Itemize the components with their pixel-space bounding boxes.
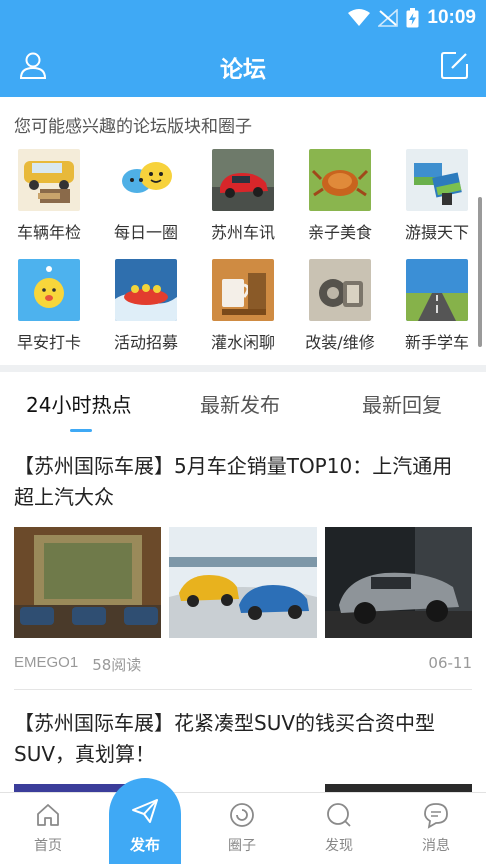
publish-button[interactable]: 发布	[109, 778, 181, 864]
forum-item[interactable]: 每日一圈	[106, 149, 186, 243]
status-bar: 10:09	[348, 6, 476, 30]
feed-tabs: 24小时热点 最新发布 最新回复	[0, 372, 486, 432]
forum-item[interactable]: 改装/维修	[300, 259, 380, 353]
nav-discover-label: 发现	[325, 838, 353, 854]
post-title[interactable]: 【苏州国际车展】5月车企销量TOP10：上汽通用超上汽大众	[14, 451, 472, 513]
forum-label: 苏州车讯	[210, 223, 275, 242]
post-views: 58阅读	[92, 656, 142, 674]
wifi-icon	[348, 9, 371, 26]
section-divider	[0, 365, 486, 372]
tab-latest-posts[interactable]: 最新发布	[200, 389, 280, 418]
forum-label: 活动招募	[113, 333, 178, 352]
post-card[interactable]: 【苏州国际车展】5月车企销量TOP10：上汽通用超上汽大众 EMEGO1 58阅…	[14, 451, 472, 675]
home-icon	[37, 804, 59, 826]
forum-item[interactable]: 灌水闲聊	[203, 259, 283, 353]
nav-circle[interactable]: 圈子	[202, 801, 282, 855]
page-title: 论坛	[220, 57, 266, 83]
tab-24h-hot[interactable]: 24小时热点	[26, 389, 131, 418]
forum-item[interactable]: 苏州车讯	[203, 149, 283, 243]
post-image-grey-suv[interactable]	[324, 527, 472, 638]
post-image-auto-show-hall[interactable]	[14, 527, 162, 638]
car-parts-thumb	[309, 259, 371, 321]
forum-label: 早安打卡	[16, 333, 81, 352]
post-divider	[14, 689, 472, 690]
app-header: 10:09 论坛	[0, 0, 486, 97]
photo-travel-thumb	[406, 149, 468, 211]
forum-item[interactable]: 游摄天下	[397, 149, 477, 243]
chat-bubbles-thumb	[115, 149, 177, 211]
edit-icon[interactable]	[440, 50, 470, 80]
forum-item[interactable]: 车辆年检	[9, 149, 89, 243]
good-morning-thumb	[18, 259, 80, 321]
forum-label: 新手学车	[404, 333, 469, 352]
nav-home[interactable]: 首页	[8, 801, 88, 855]
crab-dish-thumb	[309, 149, 371, 211]
post-image-two-cars[interactable]	[169, 527, 317, 638]
car-inspection-thumb	[18, 149, 80, 211]
nav-circle-label: 圈子	[228, 838, 256, 854]
publish-label: 发布	[129, 836, 160, 854]
recommended-forums: 您可能感兴趣的论坛版块和圈子 车辆年检 每日一圈 苏州车讯 亲子美食 游摄天下 …	[0, 97, 486, 365]
circle-icon	[230, 803, 254, 827]
post-card[interactable]: 【苏州国际车展】花紧凑型SUV的钱买合资中型SUV，真划算！	[14, 708, 472, 796]
clock: 10:09	[427, 7, 476, 28]
red-car-thumb	[212, 149, 274, 211]
battery-charging-icon	[406, 8, 419, 28]
forum-item[interactable]: 活动招募	[106, 259, 186, 353]
forum-label: 游摄天下	[404, 223, 469, 242]
post-date: 06-11	[428, 654, 472, 672]
post-meta: EMEGO1 58阅读 06-11	[14, 654, 472, 675]
forum-label: 灌水闲聊	[210, 333, 275, 352]
paper-plane-icon	[132, 799, 158, 823]
scrollbar[interactable]	[478, 197, 482, 347]
forum-label: 每日一圈	[113, 223, 178, 242]
forum-label: 亲子美食	[307, 223, 372, 242]
tab-latest-replies[interactable]: 最新回复	[362, 389, 442, 418]
nav-messages-label: 消息	[422, 838, 450, 854]
search-icon	[327, 803, 351, 827]
message-icon	[424, 803, 448, 829]
post-title[interactable]: 【苏州国际车展】花紧凑型SUV的钱买合资中型SUV，真划算！	[14, 708, 472, 770]
no-signal-icon	[378, 9, 399, 27]
rafting-thumb	[115, 259, 177, 321]
road-thumb	[406, 259, 468, 321]
section-title: 您可能感兴趣的论坛版块和圈子	[14, 117, 252, 137]
bottom-navigation: 首页 圈子 发现 消息	[0, 792, 486, 864]
forum-item[interactable]: 早安打卡	[9, 259, 89, 353]
forum-item[interactable]: 新手学车	[397, 259, 477, 353]
coffee-thumb	[212, 259, 274, 321]
forum-item[interactable]: 亲子美食	[300, 149, 380, 243]
forum-label: 车辆年检	[16, 223, 81, 242]
nav-discover[interactable]: 发现	[299, 801, 379, 855]
active-tab-indicator	[70, 429, 92, 432]
forum-label: 改装/维修	[305, 333, 375, 352]
nav-home-label: 首页	[34, 838, 62, 854]
post-images	[14, 527, 472, 638]
nav-messages[interactable]: 消息	[396, 801, 476, 855]
post-author[interactable]: EMEGO1	[14, 654, 78, 675]
